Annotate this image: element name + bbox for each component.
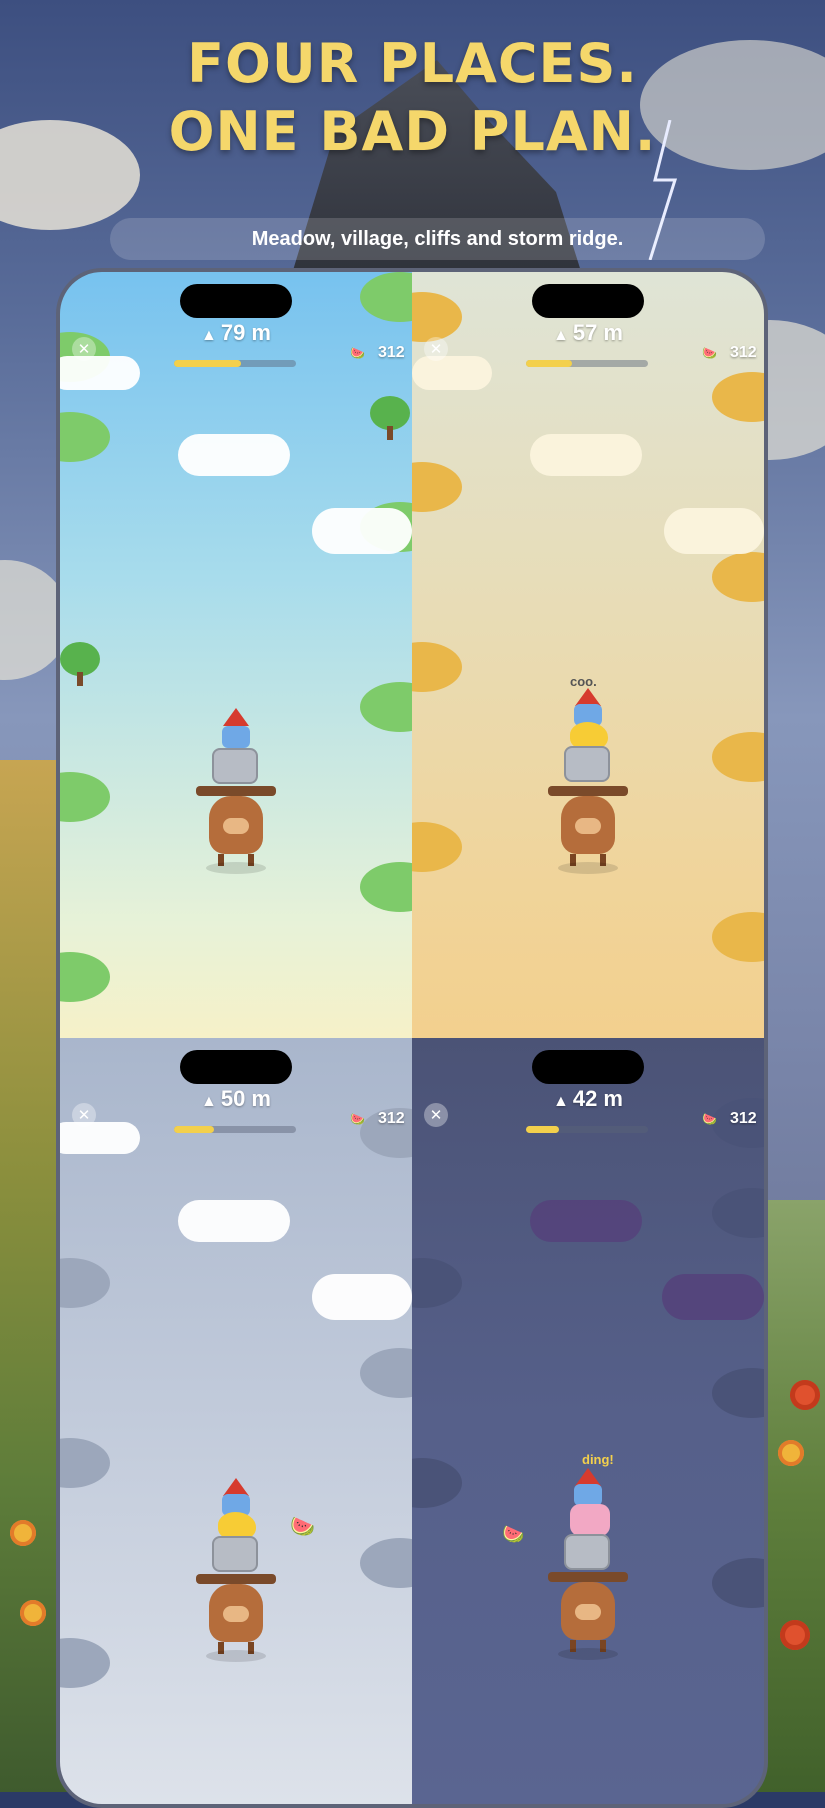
dynamic-island — [180, 1050, 292, 1084]
dynamic-island — [532, 284, 644, 318]
mountain-icon: ▲ — [201, 1093, 217, 1110]
headline: FOUR PLACES. ONE BAD PLAN. — [0, 30, 825, 166]
headline-line-2: ONE BAD PLAN. — [168, 100, 657, 163]
toaster-icon — [564, 1534, 610, 1570]
tree-icon — [370, 396, 410, 430]
progress-fill — [526, 360, 573, 367]
mountain-icon: ▲ — [553, 1093, 569, 1110]
panel-village: ▲ 57 m ✕ 🍉 312 coo. — [412, 272, 764, 1038]
bear-icon — [561, 1582, 615, 1640]
phone-frame: ▲ 79 m ✕ 🍉 312 ▲ 57 m ✕ 🍉 312 coo. 🍉 ▲ 5… — [56, 268, 768, 1808]
panel-meadow: ▲ 79 m ✕ 🍉 312 — [60, 272, 412, 1038]
toaster-icon — [212, 748, 258, 784]
progress-bar — [526, 1126, 648, 1133]
gnome-icon — [223, 708, 249, 726]
bear-icon — [209, 796, 263, 854]
watermelon-icon: 🍉 — [350, 346, 365, 360]
close-icon[interactable]: ✕ — [424, 337, 448, 361]
character-stack — [196, 1478, 276, 1728]
score: 312 — [378, 1110, 405, 1127]
progress-fill — [174, 1126, 215, 1133]
dynamic-island — [532, 1050, 644, 1084]
progress-bar — [174, 360, 296, 367]
height-readout: ▲ 57 m — [553, 320, 623, 345]
progress-fill — [526, 1126, 559, 1133]
tree-icon — [60, 642, 100, 676]
panel-storm-ridge: 🍉 ▲ 42 m ✕ 🍉 312 ding! — [412, 1038, 764, 1804]
height-readout: ▲ 79 m — [201, 320, 271, 345]
bear-icon — [561, 796, 615, 854]
dynamic-island — [180, 284, 292, 318]
panel-cliffs: 🍉 ▲ 50 m ✕ 🍉 312 — [60, 1038, 412, 1804]
height-readout: ▲ 42 m — [553, 1086, 623, 1111]
close-icon[interactable]: ✕ — [72, 1103, 96, 1127]
close-icon[interactable]: ✕ — [424, 1103, 448, 1127]
character-stack — [548, 1458, 628, 1708]
watermelon-icon: 🍉 — [290, 1514, 315, 1538]
watermelon-icon: 🍉 — [350, 1112, 365, 1126]
subtitle: Meadow, village, cliffs and storm ridge. — [110, 218, 765, 260]
score: 312 — [378, 344, 405, 361]
watermelon-icon: 🍉 — [702, 1112, 717, 1126]
bear-icon — [209, 1584, 263, 1642]
progress-fill — [174, 360, 242, 367]
score: 312 — [730, 1110, 757, 1127]
toaster-icon — [564, 746, 610, 782]
toaster-icon — [212, 1536, 258, 1572]
headline-line-1: FOUR PLACES. — [187, 32, 638, 95]
watermelon-icon: 🍉 — [702, 346, 717, 360]
mountain-icon: ▲ — [201, 327, 217, 344]
character-stack — [196, 708, 276, 908]
cake-icon — [570, 1504, 610, 1536]
close-icon[interactable]: ✕ — [72, 337, 96, 361]
height-readout: ▲ 50 m — [201, 1086, 271, 1111]
watermelon-icon: 🍉 — [502, 1524, 525, 1545]
score: 312 — [730, 344, 757, 361]
mountain-icon: ▲ — [553, 327, 569, 344]
character-stack — [548, 658, 628, 908]
progress-bar — [526, 360, 648, 367]
progress-bar — [174, 1126, 296, 1133]
